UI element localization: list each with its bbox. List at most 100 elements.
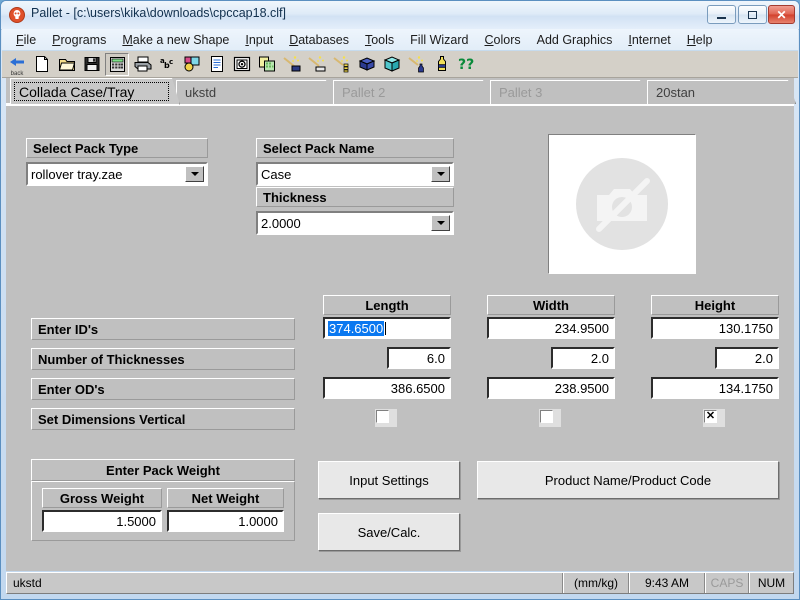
checkbox-vertical-height[interactable]: ✕	[703, 409, 725, 427]
input-value: 130.1750	[718, 320, 773, 336]
column-header-width: Width	[487, 295, 615, 315]
menu-item-file[interactable]: File	[8, 31, 44, 49]
cyan-crate-icon[interactable]	[380, 53, 404, 76]
input-value: 386.6500	[390, 380, 445, 396]
pack-preview-image	[548, 134, 696, 274]
chevron-down-icon[interactable]	[431, 215, 450, 231]
tab-pallet-3[interactable]: Pallet 3	[490, 80, 648, 104]
bottle-icon[interactable]	[430, 53, 454, 76]
input-net-weight[interactable]: 1.0000	[167, 510, 284, 532]
camera-photo-icon[interactable]	[230, 53, 254, 76]
tab-pallet-2[interactable]: Pallet 2	[333, 80, 491, 104]
wand-tray-icon[interactable]	[305, 53, 329, 76]
input-enter-ods-length[interactable]: 386.6500	[323, 377, 451, 399]
shapes-color-icon[interactable]	[180, 53, 204, 76]
status-time: 9:43 AM	[629, 573, 705, 593]
status-num-indicator: NUM	[749, 573, 793, 593]
row-label-enter-ids: Enter ID's	[31, 318, 295, 340]
thickness-value: 2.0000	[261, 215, 301, 231]
maximize-button[interactable]	[738, 5, 767, 24]
document-properties-icon[interactable]	[205, 53, 229, 76]
menu-item-help[interactable]: Help	[679, 31, 721, 49]
chevron-down-icon[interactable]	[185, 166, 204, 182]
tab-label: Pallet 3	[499, 85, 543, 100]
status-bar: ukstd (mm/kg) 9:43 AM CAPS NUM	[6, 572, 794, 594]
input-enter-ods-width[interactable]: 238.9500	[487, 377, 615, 399]
menu-item-databases[interactable]: Databases	[281, 31, 357, 49]
input-value: 234.9500	[554, 320, 609, 336]
input-enter-ods-height[interactable]: 134.1750	[651, 377, 779, 399]
select-pack-name-label: Select Pack Name	[256, 138, 454, 158]
gross-weight-label: Gross Weight	[42, 488, 162, 508]
menu-item-programs[interactable]: Programs	[44, 31, 114, 49]
input-thicknesses-length[interactable]: 6.0	[387, 347, 451, 369]
input-value: 1.5000	[116, 513, 156, 529]
tab-20stan[interactable]: 20stan	[647, 80, 796, 104]
menu-item-make-a-new-shape[interactable]: Make a new Shape	[114, 31, 237, 49]
menu-item-internet[interactable]: Internet	[620, 31, 678, 49]
input-thicknesses-width[interactable]: 2.0	[551, 347, 615, 369]
minimize-button[interactable]	[707, 5, 736, 24]
select-pack-name-combo[interactable]: Case	[256, 162, 454, 186]
select-pack-type-combo[interactable]: rollover tray.zae	[26, 162, 208, 186]
menu-item-fill-wizard[interactable]: Fill Wizard	[402, 31, 476, 49]
input-value: 6.0	[426, 350, 445, 366]
tab-label: Pallet 2	[342, 85, 386, 100]
chevron-down-icon[interactable]	[431, 166, 450, 182]
title-bar: Pallet - [c:\users\kika\downloads\cpccap…	[1, 1, 799, 30]
client-area: Collada Case/Tray ukstd Pallet 2 Pallet …	[6, 78, 794, 571]
input-value: 374.6500	[328, 320, 385, 336]
wand-bottle-icon[interactable]	[405, 53, 429, 76]
open-folder-icon[interactable]	[55, 53, 79, 76]
save-disk-icon[interactable]	[80, 53, 104, 76]
wand-case-icon[interactable]	[280, 53, 304, 76]
blue-box-icon[interactable]	[355, 53, 379, 76]
checkbox-vertical-width[interactable]	[539, 409, 561, 427]
menu-item-colors[interactable]: Colors	[477, 31, 529, 49]
save-calc-button[interactable]: Save/Calc.	[318, 513, 460, 551]
tab-label: 20stan	[656, 85, 696, 100]
thickness-combo[interactable]: 2.0000	[256, 211, 454, 235]
input-thicknesses-height[interactable]: 2.0	[715, 347, 779, 369]
input-gross-weight[interactable]: 1.5000	[42, 510, 162, 532]
input-enter-ids-width[interactable]: 234.9500	[487, 317, 615, 339]
status-caps-indicator: CAPS	[705, 573, 749, 593]
product-name-product-code-button[interactable]: Product Name/Product Code	[477, 461, 779, 499]
column-header-height: Height	[651, 295, 779, 315]
help-question-icon[interactable]: ??	[455, 53, 479, 76]
print-icon[interactable]	[130, 53, 154, 76]
thickness-label: Thickness	[256, 187, 454, 207]
status-units: (mm/kg)	[563, 573, 629, 593]
new-file-icon[interactable]	[30, 53, 54, 76]
menu-item-add-graphics[interactable]: Add Graphics	[529, 31, 621, 49]
toolbar: back a b c ??	[2, 51, 798, 78]
tab-collada-case-tray[interactable]: Collada Case/Tray	[10, 78, 180, 105]
net-weight-label: Net Weight	[167, 488, 284, 508]
status-message: ukstd	[7, 573, 563, 593]
copy-pages-icon[interactable]	[255, 53, 279, 76]
tab-focus-rect	[14, 82, 169, 101]
back-icon[interactable]: back	[5, 53, 29, 77]
input-enter-ids-length[interactable]: 374.6500	[323, 317, 451, 339]
maximize-icon	[739, 6, 766, 23]
input-value: 1.0000	[238, 513, 278, 529]
wand-stack-icon[interactable]	[330, 53, 354, 76]
menu-item-tools[interactable]: Tools	[357, 31, 402, 49]
row-label-set-dimensions-vertical: Set Dimensions Vertical	[31, 408, 295, 430]
checkbox-box	[376, 410, 389, 423]
abc-spellcheck-icon[interactable]: a b c	[155, 53, 179, 76]
close-button[interactable]: ✕	[768, 5, 795, 24]
row-label-number-of-thicknesses: Number of Thicknesses	[31, 348, 295, 370]
application-window: Pallet - [c:\users\kika\downloads\cpccap…	[0, 0, 800, 600]
calculator-icon[interactable]	[105, 52, 129, 76]
svg-text:??: ??	[458, 57, 474, 73]
input-enter-ids-height[interactable]: 130.1750	[651, 317, 779, 339]
input-settings-button[interactable]: Input Settings	[318, 461, 460, 499]
tab-ukstd[interactable]: ukstd	[176, 80, 334, 104]
minimize-icon	[708, 6, 735, 23]
column-header-length: Length	[323, 295, 451, 315]
select-pack-type-label: Select Pack Type	[26, 138, 208, 158]
menu-item-input[interactable]: Input	[237, 31, 281, 49]
pallet-app-icon	[9, 7, 25, 23]
checkbox-vertical-length[interactable]	[375, 409, 397, 427]
